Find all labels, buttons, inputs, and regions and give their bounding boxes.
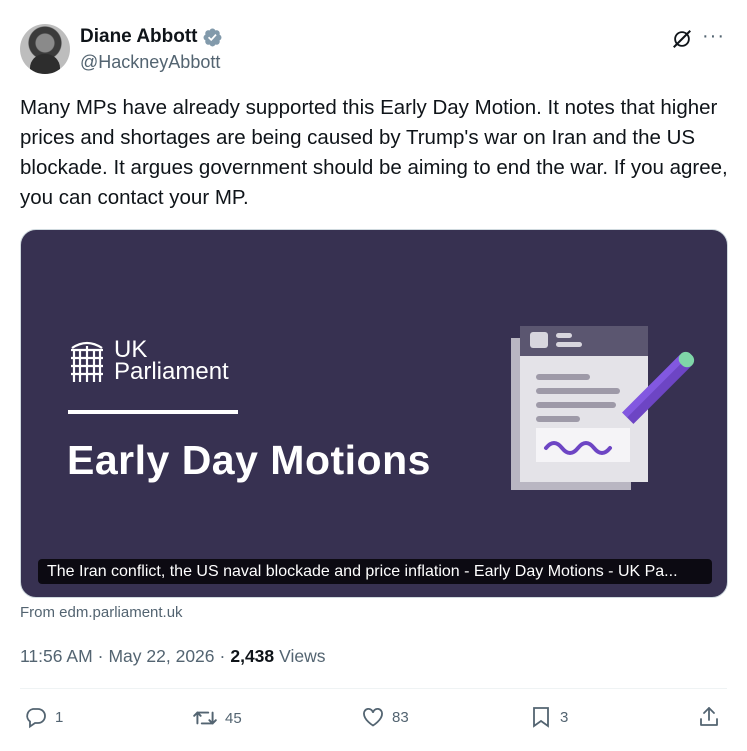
uk-parliament-wordmark: UK Parliament	[114, 336, 229, 385]
uk-parliament-logo: UK Parliament	[68, 338, 229, 384]
repost-button[interactable]: 45	[192, 705, 242, 731]
bookmark-button[interactable]: 3	[529, 705, 568, 729]
reply-count: 1	[55, 708, 64, 726]
reply-button[interactable]: 1	[24, 705, 63, 729]
card-title: Early Day Motions	[67, 437, 431, 483]
author-name[interactable]: Diane Abbott	[80, 26, 198, 48]
bookmark-count: 3	[560, 708, 569, 726]
bookmark-icon	[533, 707, 549, 728]
tweet-meta: 11:56 AM · May 22, 2026 · 2,438 Views	[20, 646, 326, 667]
tweet-text: Many MPs have already supported this Ear…	[20, 96, 728, 209]
author-name-row: Diane Abbott	[80, 26, 223, 48]
verified-badge-icon	[203, 28, 221, 46]
like-button[interactable]: 83	[361, 705, 409, 729]
tweet-header: Diane Abbott @HackneyAbbott ···	[20, 24, 727, 76]
meta-separator: ·	[219, 646, 226, 666]
like-icon	[363, 707, 383, 727]
link-card[interactable]: UK Parliament Early Day Motions The Iran…	[20, 229, 728, 598]
reply-icon	[26, 708, 46, 729]
card-source[interactable]: From edm.parliament.uk	[20, 604, 183, 621]
action-bar: 1 45 83 3	[20, 705, 727, 735]
avatar[interactable]	[20, 24, 70, 74]
portcullis-icon	[71, 341, 103, 382]
grok-icon[interactable]	[671, 28, 693, 50]
more-icon[interactable]: ···	[702, 26, 725, 46]
views-count: 2,438	[230, 646, 275, 666]
card-divider	[68, 410, 238, 414]
repost-count: 45	[225, 709, 242, 727]
views-label: Views	[279, 646, 326, 666]
tweet-time[interactable]: 11:56 AM	[20, 646, 93, 667]
share-button[interactable]	[697, 705, 721, 729]
repost-icon	[193, 711, 217, 725]
share-icon	[700, 707, 718, 726]
document-pen-icon	[511, 326, 695, 490]
like-count: 83	[392, 708, 409, 726]
meta-separator: ·	[97, 646, 104, 666]
tweet-date[interactable]: May 22, 2026	[108, 646, 214, 667]
card-caption: The Iran conflict, the US naval blockade…	[38, 559, 712, 584]
divider	[20, 688, 727, 689]
author-handle[interactable]: @HackneyAbbott	[80, 52, 220, 73]
